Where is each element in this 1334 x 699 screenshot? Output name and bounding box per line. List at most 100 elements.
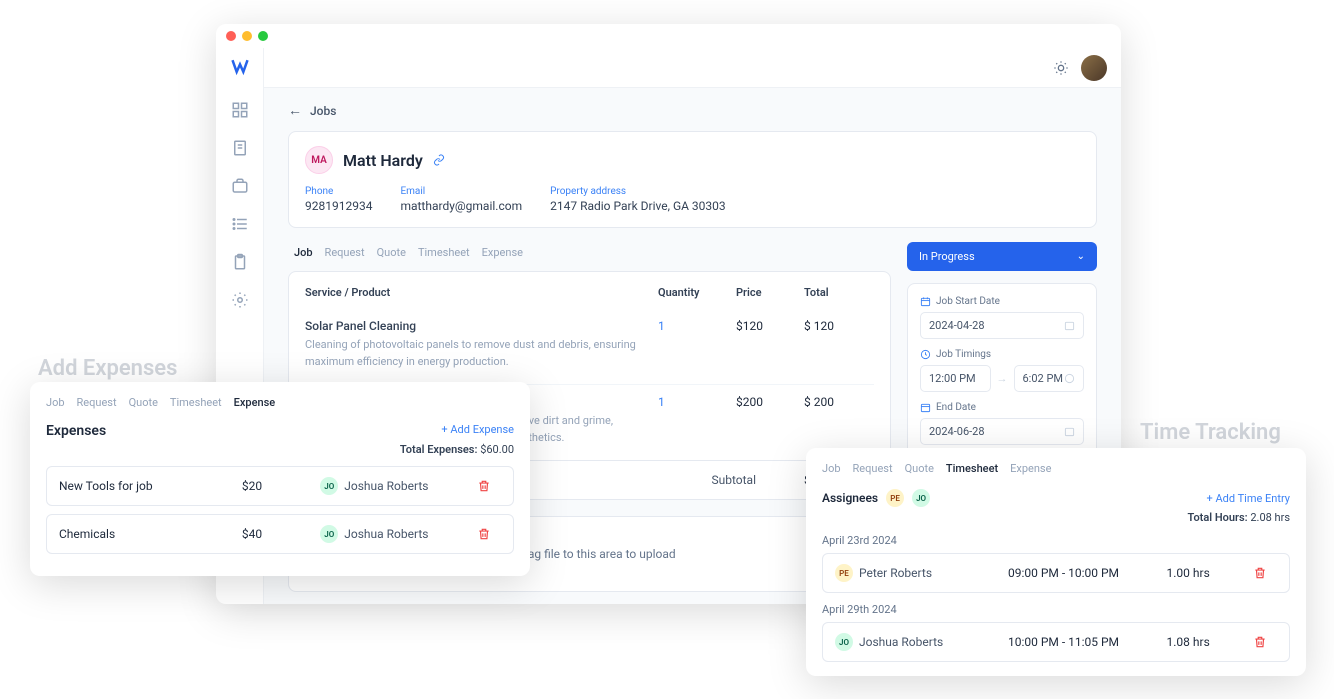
time-from-input[interactable]: 12:00 PM bbox=[920, 365, 991, 392]
delete-icon[interactable] bbox=[477, 527, 491, 541]
document-icon[interactable] bbox=[231, 139, 249, 157]
time-entry-row: JOJoshua Roberts 10:00 PM - 11:05 PM 1.0… bbox=[822, 622, 1290, 662]
calendar-icon bbox=[920, 296, 931, 307]
tab-quote[interactable]: Quote bbox=[905, 462, 934, 475]
expenses-panel: JobRequestQuoteTimesheetExpense Expenses… bbox=[30, 382, 530, 576]
clock-icon bbox=[920, 349, 931, 360]
total-hours-label: Total Hours: bbox=[1188, 511, 1248, 524]
start-date-input[interactable]: 2024-04-28 bbox=[920, 312, 1084, 339]
tab-quote[interactable]: Quote bbox=[377, 246, 406, 259]
tab-job[interactable]: Job bbox=[822, 462, 841, 475]
link-icon[interactable] bbox=[433, 154, 445, 166]
col-total: Total bbox=[804, 286, 874, 299]
tab-expense[interactable]: Expense bbox=[234, 396, 276, 409]
person-chip: PE bbox=[835, 564, 853, 582]
col-price: Price bbox=[736, 286, 796, 299]
tab-timesheet[interactable]: Timesheet bbox=[170, 396, 222, 409]
delete-icon[interactable] bbox=[1253, 566, 1267, 580]
expense-person: Joshua Roberts bbox=[344, 479, 428, 493]
service-description: Cleaning of photovoltaic panels to remov… bbox=[305, 337, 650, 370]
time-entry-row: PE Peter Roberts 09:00 PM - 10:00 PM 1.00… bbox=[822, 553, 1290, 593]
tab-timesheet[interactable]: Timesheet bbox=[418, 246, 470, 259]
start-date-label: Job Start Date bbox=[936, 296, 1000, 307]
tab-expense[interactable]: Expense bbox=[1010, 462, 1051, 475]
expense-person: Joshua Roberts bbox=[344, 527, 428, 541]
expense-amount: $20 bbox=[242, 479, 320, 493]
service-price: $120 bbox=[736, 319, 796, 333]
expense-name: New Tools for job bbox=[59, 479, 242, 493]
time-hours: 1.08 hrs bbox=[1167, 635, 1253, 649]
briefcase-icon[interactable] bbox=[231, 177, 249, 195]
time-range: 09:00 PM - 10:00 PM bbox=[1008, 566, 1167, 580]
service-quantity[interactable]: 1 bbox=[658, 319, 728, 333]
back-icon[interactable]: ← bbox=[288, 102, 302, 119]
list-icon[interactable] bbox=[231, 215, 249, 233]
add-time-entry-button[interactable]: + Add Time Entry bbox=[1207, 492, 1290, 505]
arrow-right-icon: → bbox=[997, 372, 1008, 385]
client-name: Matt Hardy bbox=[343, 151, 423, 170]
tab-job[interactable]: Job bbox=[294, 246, 313, 259]
theme-toggle-icon[interactable] bbox=[1053, 60, 1069, 76]
dashboard-icon[interactable] bbox=[231, 101, 249, 119]
tab-quote[interactable]: Quote bbox=[129, 396, 158, 409]
email-label: Email bbox=[400, 186, 522, 197]
tab-timesheet[interactable]: Timesheet bbox=[946, 462, 998, 475]
time-to-input[interactable]: 6:02 PM bbox=[1014, 365, 1085, 392]
expense-amount: $40 bbox=[242, 527, 320, 541]
phone-label: Phone bbox=[305, 186, 372, 197]
service-total: $ 120 bbox=[804, 319, 874, 333]
time-date-header: April 29th 2024 bbox=[822, 603, 1290, 616]
tab-request[interactable]: Request bbox=[325, 246, 365, 259]
total-hours-value: 2.08 hrs bbox=[1250, 511, 1290, 524]
end-date-label: End Date bbox=[936, 402, 976, 413]
person-chip: JO bbox=[320, 525, 338, 543]
breadcrumb: ← Jobs bbox=[288, 102, 1097, 119]
add-expense-button[interactable]: + Add Expense bbox=[441, 423, 514, 436]
expenses-panel-tabs: Job Request Quote Timesheet Expense bbox=[46, 396, 514, 409]
minimize-window-icon[interactable] bbox=[242, 31, 252, 41]
time-person: Peter Roberts bbox=[859, 566, 932, 580]
phone-value: 9281912934 bbox=[305, 199, 372, 213]
tab-job[interactable]: Job bbox=[46, 396, 65, 409]
timings-label: Job Timings bbox=[936, 349, 991, 360]
service-name: Solar Panel Cleaning bbox=[305, 319, 650, 333]
tab-request[interactable]: Request bbox=[77, 396, 117, 409]
expense-row: Chemicals $40 JO Joshua Roberts bbox=[46, 514, 514, 554]
calendar-picker-icon bbox=[1064, 426, 1075, 437]
time-person: Joshua Roberts bbox=[859, 635, 943, 649]
delete-icon[interactable] bbox=[477, 479, 491, 493]
status-label: In Progress bbox=[919, 250, 975, 263]
chevron-down-icon: ⌄ bbox=[1077, 251, 1085, 262]
end-date-input[interactable]: 2024-06-28 bbox=[920, 418, 1084, 445]
assignees-label: Assignees bbox=[822, 491, 878, 505]
service-total: $ 200 bbox=[804, 395, 874, 409]
close-window-icon[interactable] bbox=[226, 31, 236, 41]
time-date-header: April 23rd 2024 bbox=[822, 534, 1290, 547]
clock-picker-icon bbox=[1064, 373, 1075, 384]
email-value: matthardy@gmail.com bbox=[400, 199, 522, 213]
app-logo[interactable] bbox=[230, 56, 250, 81]
job-tabs: Job Request Quote Timesheet Expense bbox=[288, 242, 891, 263]
tab-request[interactable]: Request bbox=[853, 462, 893, 475]
status-dropdown[interactable]: In Progress ⌄ bbox=[907, 242, 1097, 271]
gear-icon[interactable] bbox=[231, 291, 249, 309]
tab-expense[interactable]: Expense bbox=[482, 246, 523, 259]
col-quantity: Quantity bbox=[658, 286, 728, 299]
title-bar bbox=[216, 24, 1121, 48]
address-label: Property address bbox=[550, 186, 726, 197]
user-avatar[interactable] bbox=[1081, 55, 1107, 81]
maximize-window-icon[interactable] bbox=[258, 31, 268, 41]
expense-row: New Tools for job $20 JO Joshua Roberts bbox=[46, 466, 514, 506]
col-service: Service / Product bbox=[305, 286, 650, 299]
person-chip: JO bbox=[320, 477, 338, 495]
time-hours: 1.00 hrs bbox=[1167, 566, 1253, 580]
service-price: $200 bbox=[736, 395, 796, 409]
service-quantity[interactable]: 1 bbox=[658, 395, 728, 409]
clipboard-icon[interactable] bbox=[231, 253, 249, 271]
calendar-picker-icon bbox=[1064, 320, 1075, 331]
person-chip: JO bbox=[835, 633, 853, 651]
delete-icon[interactable] bbox=[1253, 635, 1267, 649]
client-avatar: MA bbox=[305, 146, 333, 174]
total-expenses-label: Total Expenses: bbox=[400, 443, 478, 456]
expense-name: Chemicals bbox=[59, 527, 242, 541]
